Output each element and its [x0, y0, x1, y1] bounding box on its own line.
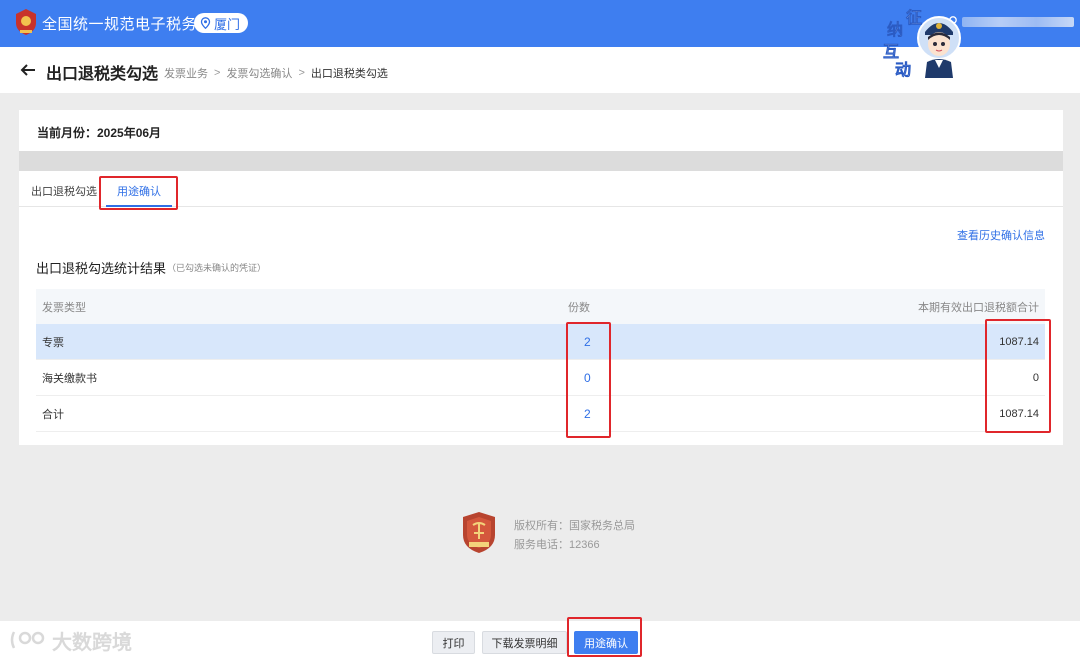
row-invoice-type: 专票: [42, 336, 64, 349]
tax-officer-mascot-icon: [917, 16, 961, 78]
annotation-box-tab: [99, 176, 178, 210]
page-title: 出口退税类勾选: [46, 66, 159, 83]
table-row[interactable]: 专票 2 1087.14: [36, 324, 1045, 360]
mascot-char-2: 纳: [887, 22, 904, 40]
tab-export-rebate-check[interactable]: 出口退税勾选: [31, 183, 97, 199]
header-invoice-type: 发票类型: [42, 301, 86, 314]
breadcrumb-item-current: 出口退税类勾选: [310, 68, 388, 80]
content-card: 出口退税勾选 用途确认 查看历史确认信息 出口退税勾选统计结果 （已勾选未确认的…: [19, 171, 1063, 445]
table-header: 发票类型 份数 本期有效出口退税额合计: [36, 289, 1045, 324]
view-history-link[interactable]: 查看历史确认信息: [957, 227, 1045, 243]
table-row[interactable]: 合计 2 1087.14: [36, 396, 1045, 432]
breadcrumb-separator-icon: >: [214, 67, 221, 79]
current-month-card: 当前月份：2025年06月: [19, 110, 1063, 151]
back-arrow-icon[interactable]: [20, 62, 36, 78]
current-month-label: 当前月份：2025年06月: [37, 126, 162, 140]
user-name-blurred[interactable]: [962, 17, 1074, 27]
watermark-logo-icon: [10, 631, 45, 649]
watermark-text: 大数跨境: [52, 631, 132, 654]
breadcrumb-separator-icon: >: [298, 67, 305, 79]
breadcrumb: 发票业务 > 发票勾选确认 > 出口退税类勾选: [164, 65, 388, 81]
footer-info: 版权所有：国家税务总局 服务电话：12366: [514, 517, 635, 555]
tax-emblem-icon: [16, 9, 36, 35]
annotation-box-count: [566, 322, 611, 438]
download-invoice-detail-button[interactable]: 下载发票明细: [482, 631, 567, 654]
location-pin-icon: [200, 17, 211, 29]
mascot-char-1: 征: [906, 10, 923, 28]
breadcrumb-item-invoice-check[interactable]: 发票勾选确认: [226, 65, 292, 81]
mascot-char-4: 动: [895, 62, 912, 80]
breadcrumb-item-invoice-business[interactable]: 发票业务: [164, 65, 208, 81]
stats-subtitle: （已勾选未确认的凭证）: [167, 263, 267, 273]
footer-phone: 服务电话：12366: [514, 539, 600, 551]
row-invoice-type: 合计: [42, 408, 64, 421]
watermark: 大数跨境: [8, 626, 132, 654]
tax-bureau-badge-icon: [463, 512, 495, 553]
header-count: 份数: [568, 301, 590, 314]
bottom-action-bar: 打印 下载发票明细 用途确认: [0, 621, 1080, 661]
annotation-box-confirm: [567, 617, 642, 657]
city-selector[interactable]: 厦门: [194, 13, 249, 33]
stats-title: 出口退税勾选统计结果: [36, 261, 167, 276]
print-button[interactable]: 打印: [432, 631, 475, 654]
annotation-box-amount: [985, 319, 1051, 433]
stats-table: 发票类型 份数 本期有效出口退税额合计 专票 2 1087.14 海关缴款书 0…: [36, 289, 1045, 432]
site-title: 全国统一规范电子税务局: [42, 16, 213, 33]
footer-copyright: 版权所有：国家税务总局: [514, 520, 635, 532]
row-invoice-type: 海关缴款书: [42, 372, 97, 385]
interaction-mascot[interactable]: 征 纳 互 动: [877, 2, 967, 80]
table-row[interactable]: 海关缴款书 0 0: [36, 360, 1045, 396]
section-divider: [19, 151, 1063, 171]
city-label: 厦门: [214, 16, 241, 32]
